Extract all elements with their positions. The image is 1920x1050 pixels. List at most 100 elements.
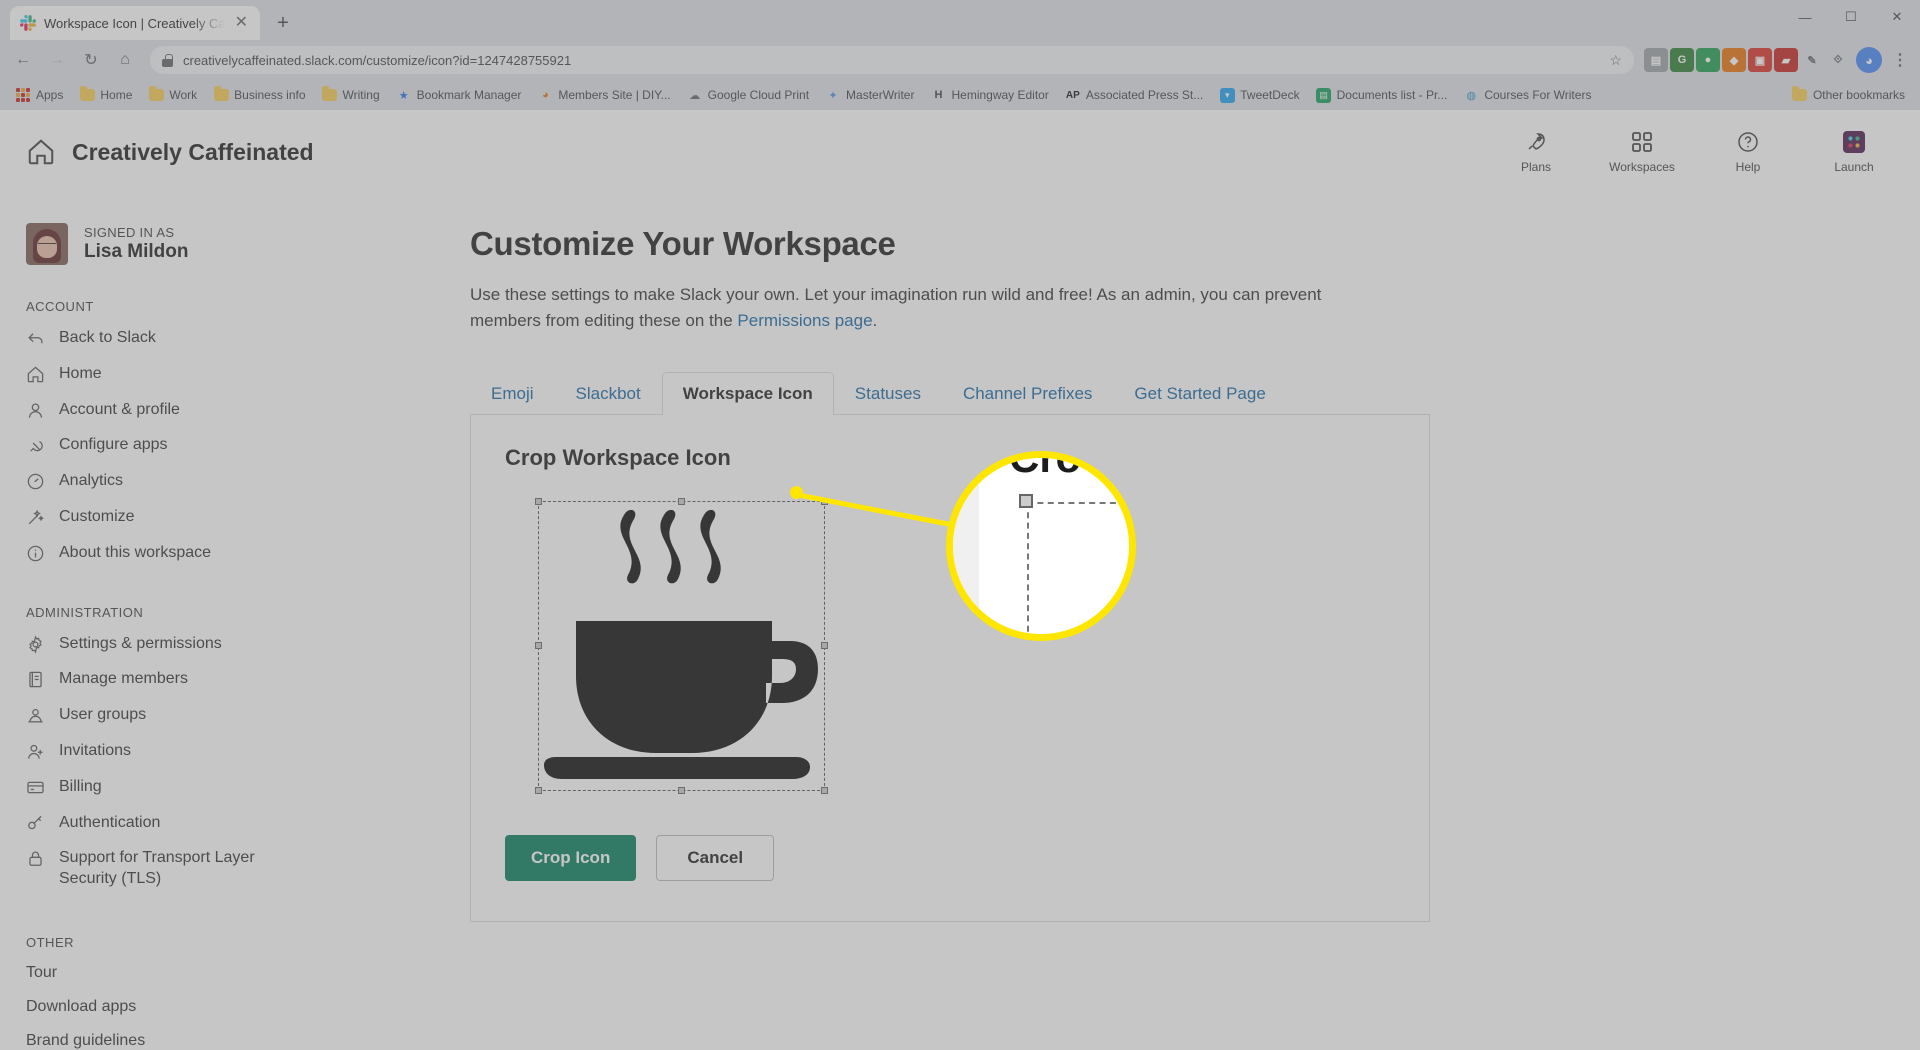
sidebar-item-back-to-slack[interactable]: Back to Slack (26, 320, 300, 356)
browser-tab[interactable]: Workspace Icon | Creatively Caffe ✕ (10, 6, 260, 40)
close-icon[interactable]: ✕ (233, 15, 250, 31)
crop-selection-box[interactable] (538, 501, 825, 791)
callout-anchor-dot (790, 486, 803, 499)
home-icon[interactable] (26, 137, 56, 167)
bookmark-business-info[interactable]: Business info (206, 84, 312, 106)
appbar-item-plans[interactable]: Plans (1504, 130, 1568, 174)
crop-handle-middle-right[interactable] (821, 642, 828, 649)
extension-icon-1[interactable]: ▤ (1644, 48, 1668, 72)
appbar-item-workspaces[interactable]: Workspaces (1610, 130, 1674, 174)
sidebar-item-about-this-workspace[interactable]: About this workspace (26, 535, 300, 571)
folder-icon (148, 87, 164, 103)
crop-handle-middle-left[interactable] (535, 642, 542, 649)
extension-icon-8[interactable]: ⟐ (1826, 48, 1850, 72)
tab-title: Workspace Icon | Creatively Caffe (44, 16, 225, 31)
crop-handle-bottom-right[interactable] (821, 787, 828, 794)
sidebar-item-manage-members[interactable]: Manage members (26, 661, 300, 697)
crop-handle-top-center[interactable] (678, 498, 685, 505)
lock-icon (26, 849, 45, 868)
bookmark-bookmark-manager[interactable]: ★ Bookmark Manager (389, 84, 529, 106)
sidebar-item-label: User groups (59, 704, 146, 726)
bookmark-documents-list[interactable]: ▤ Documents list - Pr... (1309, 84, 1455, 106)
bookmarks-bar: Apps Home Work Business info Writing ★ B… (0, 80, 1920, 110)
workspace-icon-panel: Crop Workspace Icon (470, 415, 1430, 922)
crop-handle-top-left[interactable] (535, 498, 542, 505)
crop-area[interactable] (505, 501, 805, 801)
bookmark-writing[interactable]: Writing (315, 84, 387, 106)
sidebar-item-configure-apps[interactable]: Configure apps (26, 427, 300, 463)
crop-handle-bottom-center[interactable] (678, 787, 685, 794)
bookmark-courses-for-writers[interactable]: ◍ Courses For Writers (1456, 84, 1598, 106)
bookmark-apps[interactable]: Apps (8, 84, 70, 106)
url-text: creativelycaffeinated.slack.com/customiz… (183, 53, 571, 68)
slack-launch-icon (1842, 130, 1866, 154)
folder-icon (79, 87, 95, 103)
sidebar-item-tour[interactable]: Tour (26, 956, 300, 990)
appbar-item-help[interactable]: Help (1716, 130, 1780, 174)
bookmark-work[interactable]: Work (141, 84, 204, 106)
new-tab-button[interactable]: + (268, 8, 298, 38)
sidebar-item-user-groups[interactable]: User groups (26, 697, 300, 733)
reload-icon[interactable]: ↻ (76, 45, 106, 75)
sidebar-item-customize[interactable]: Customize (26, 499, 300, 535)
back-icon[interactable]: ← (8, 45, 38, 75)
sidebar-heading-administration: ADMINISTRATION (26, 605, 300, 620)
extension-icon-7[interactable]: ✎ (1800, 48, 1824, 72)
bookmark-google-cloud-print[interactable]: ☁ Google Cloud Print (680, 84, 816, 106)
sidebar-item-label: Tour (26, 964, 57, 982)
menu-icon[interactable]: ⋮ (1888, 48, 1912, 72)
cancel-button[interactable]: Cancel (656, 835, 774, 881)
bookmark-home[interactable]: Home (72, 84, 139, 106)
avatar[interactable] (26, 223, 68, 265)
sidebar-heading-account: ACCOUNT (26, 299, 300, 314)
sidebar-item-authentication[interactable]: Authentication (26, 805, 300, 841)
sidebar-item-download-apps[interactable]: Download apps (26, 990, 300, 1024)
extension-icon-6[interactable]: ▰ (1774, 48, 1798, 72)
apps-grid-icon (15, 87, 31, 103)
sidebar-item-analytics[interactable]: Analytics (26, 463, 300, 499)
crop-icon-button[interactable]: Crop Icon (505, 835, 636, 881)
docs-icon: ▤ (1316, 87, 1332, 103)
bookmark-label: Associated Press St... (1086, 88, 1203, 102)
forward-icon[interactable]: → (42, 45, 72, 75)
other-bookmarks-folder[interactable]: Other bookmarks (1785, 84, 1912, 106)
tab-channel-prefixes[interactable]: Channel Prefixes (942, 372, 1113, 415)
sidebar-item-account-profile[interactable]: Account & profile (26, 392, 300, 428)
maximize-button[interactable]: ☐ (1828, 0, 1874, 34)
sidebar-item-home[interactable]: Home (26, 356, 300, 392)
home-icon[interactable]: ⌂ (110, 45, 140, 75)
bookmark-star-icon[interactable]: ☆ (1609, 52, 1622, 69)
bookmark-hemingway-editor[interactable]: H Hemingway Editor (923, 84, 1055, 106)
folder-icon (213, 87, 229, 103)
minimize-button[interactable]: — (1782, 0, 1828, 34)
tab-get-started-page[interactable]: Get Started Page (1113, 372, 1286, 415)
tab-emoji[interactable]: Emoji (470, 372, 555, 415)
bookmark-masterwriter[interactable]: ✦ MasterWriter (818, 84, 921, 106)
close-window-button[interactable]: ✕ (1874, 0, 1920, 34)
tab-workspace-icon[interactable]: Workspace Icon (662, 372, 834, 415)
crop-handle-bottom-left[interactable] (535, 787, 542, 794)
bookmark-tweetdeck[interactable]: ▾ TweetDeck (1212, 84, 1306, 106)
extension-icon-3[interactable]: ● (1696, 48, 1720, 72)
extension-icon-4[interactable]: ◆ (1722, 48, 1746, 72)
sidebar-item-settings-permissions[interactable]: Settings & permissions (26, 626, 300, 662)
workspace-app-bar: Creatively Caffeinated Plans Workspaces … (0, 110, 1920, 195)
sidebar-item-billing[interactable]: Billing (26, 769, 300, 805)
ap-icon: AP (1065, 87, 1081, 103)
sidebar-item-brand-guidelines[interactable]: Brand guidelines (26, 1024, 300, 1050)
bookmark-members-site[interactable]: ◕ Members Site | DIY... (530, 84, 677, 106)
bookmark-label: Bookmark Manager (417, 88, 522, 102)
profile-avatar[interactable]: ◕ (1856, 47, 1882, 73)
permissions-page-link[interactable]: Permissions page (737, 311, 872, 330)
tab-slackbot[interactable]: Slackbot (555, 372, 662, 415)
sidebar-item-tls-support[interactable]: Support for Transport Layer Security (TL… (26, 840, 300, 897)
extension-icon-2[interactable]: G (1670, 48, 1694, 72)
tab-statuses[interactable]: Statuses (834, 372, 942, 415)
extension-icon-5[interactable]: ▣ (1748, 48, 1772, 72)
address-bar[interactable]: creativelycaffeinated.slack.com/customiz… (150, 46, 1634, 74)
appbar-item-launch[interactable]: Launch (1822, 130, 1886, 174)
bookmark-associated-press[interactable]: AP Associated Press St... (1058, 84, 1210, 106)
bookmark-label: Documents list - Pr... (1337, 88, 1448, 102)
sidebar-item-invitations[interactable]: Invitations (26, 733, 300, 769)
credit-card-icon (26, 778, 45, 797)
